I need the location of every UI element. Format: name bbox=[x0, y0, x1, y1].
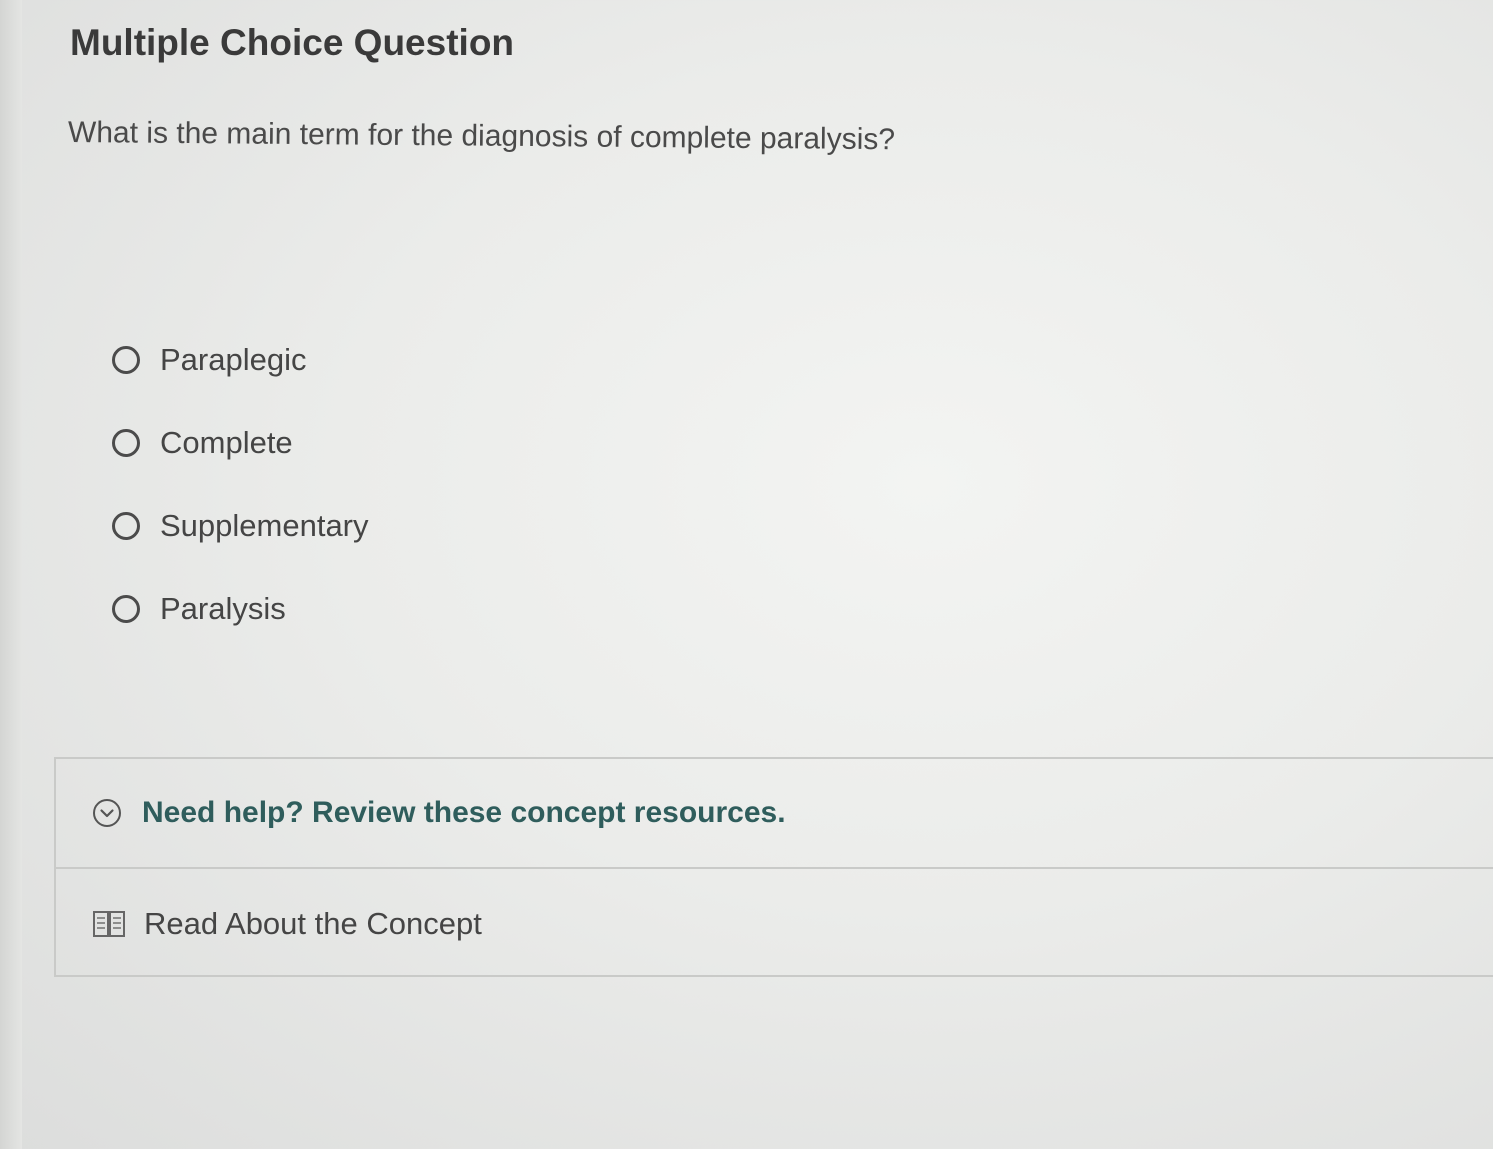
answer-choice[interactable]: Supplementary bbox=[112, 484, 369, 567]
question-prompt: What is the main term for the diagnosis … bbox=[67, 116, 896, 157]
question-heading: Multiple Choice Question bbox=[70, 22, 515, 63]
radio-button[interactable] bbox=[112, 428, 140, 457]
radio-button[interactable] bbox=[112, 345, 140, 374]
answer-choice[interactable]: Complete bbox=[112, 401, 369, 484]
answer-choice-label: Complete bbox=[160, 424, 293, 460]
concept-resources-toggle[interactable]: Need help? Review these concept resource… bbox=[56, 759, 1493, 869]
concept-resources-label: Need help? Review these concept resource… bbox=[142, 796, 786, 829]
answer-choice[interactable]: Paralysis bbox=[112, 567, 369, 650]
read-about-concept-label: Read About the Concept bbox=[144, 906, 482, 941]
answer-choice-label: Paralysis bbox=[160, 590, 286, 626]
answer-choices: Paraplegic Complete Supplementary Paraly… bbox=[112, 318, 369, 650]
left-edge-strip bbox=[0, 0, 22, 1149]
answer-choice-label: Paraplegic bbox=[160, 341, 307, 377]
concept-resources-panel: Need help? Review these concept resource… bbox=[54, 757, 1493, 977]
radio-button[interactable] bbox=[112, 594, 140, 623]
radio-button[interactable] bbox=[112, 511, 140, 540]
read-about-concept-link[interactable]: Read About the Concept bbox=[56, 871, 1493, 977]
answer-choice-label: Supplementary bbox=[160, 507, 369, 543]
book-icon bbox=[92, 909, 126, 939]
chevron-down-circle-icon bbox=[92, 798, 122, 828]
answer-choice[interactable]: Paraplegic bbox=[112, 318, 369, 401]
